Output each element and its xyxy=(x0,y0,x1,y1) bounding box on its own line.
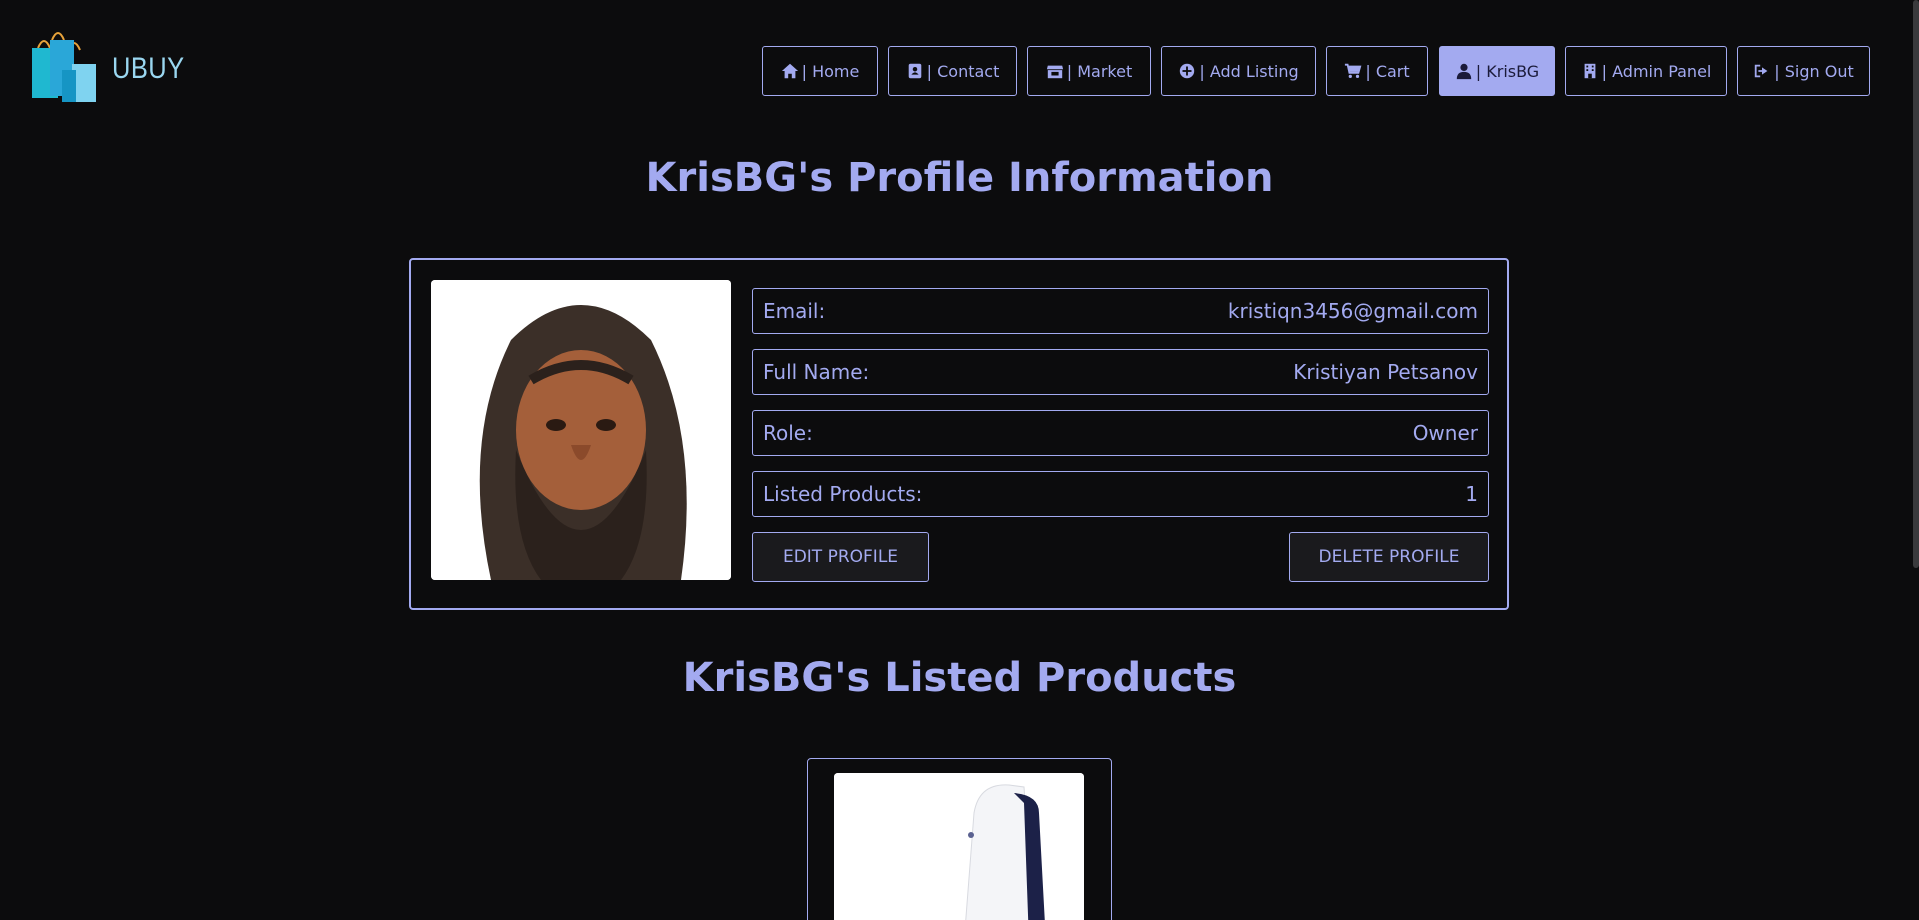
delete-profile-button[interactable]: Delete Profile xyxy=(1289,532,1489,582)
nav-home-label: | Home xyxy=(801,61,860,81)
avatar xyxy=(431,280,731,580)
nav-contact-label: | Contact xyxy=(926,61,1000,81)
nav-sign-out-label: | Sign Out xyxy=(1774,61,1854,81)
scrollbar[interactable] xyxy=(1913,0,1919,568)
nav-admin-panel-button[interactable]: | Admin Panel xyxy=(1565,46,1727,96)
plus-circle-icon xyxy=(1180,63,1195,79)
nav-profile-button[interactable]: | KrisBG xyxy=(1439,46,1555,96)
nav-home-button[interactable]: | Home xyxy=(762,46,878,96)
nav-contact-button[interactable]: | Contact xyxy=(888,46,1017,96)
cart-icon xyxy=(1345,63,1362,79)
role-value: Owner xyxy=(1412,421,1478,445)
home-icon xyxy=(781,63,798,79)
role-label: Role: xyxy=(763,421,813,445)
role-row: Role: Owner xyxy=(752,410,1489,456)
email-label: Email: xyxy=(763,299,826,323)
listed-products-row: Listed Products: 1 xyxy=(752,471,1489,517)
nav-profile-label: | KrisBG xyxy=(1475,61,1540,81)
shopping-bags-icon xyxy=(32,32,96,102)
nav-cart-label: | Cart xyxy=(1365,61,1410,81)
sign-out-icon xyxy=(1755,64,1768,78)
listed-products-value: 1 xyxy=(1465,482,1478,506)
contact-card-icon xyxy=(908,63,921,79)
page: UBUY | Home | Contact | Market | Add Lis… xyxy=(0,0,1919,920)
nav-add-listing-button[interactable]: | Add Listing xyxy=(1161,46,1316,96)
product-image xyxy=(834,773,1084,920)
nav-admin-panel-label: | Admin Panel xyxy=(1601,61,1712,81)
logo[interactable]: UBUY xyxy=(30,30,190,110)
brand-name: UBUY xyxy=(112,52,185,85)
avatar-portrait xyxy=(431,280,731,580)
store-icon xyxy=(1046,65,1063,79)
listed-products-label: Listed Products: xyxy=(763,482,923,506)
user-icon xyxy=(1456,63,1471,80)
nav-add-listing-label: | Add Listing xyxy=(1199,61,1299,81)
nav-sign-out-button[interactable]: | Sign Out xyxy=(1737,46,1870,96)
nav-market-label: | Market xyxy=(1066,61,1133,81)
product-card[interactable] xyxy=(807,758,1112,920)
email-value: kristiqn3456@gmail.com xyxy=(1227,299,1478,323)
profile-heading: KrisBG's Profile Information xyxy=(645,155,1274,201)
building-icon xyxy=(1584,63,1596,79)
edit-profile-button[interactable]: Edit Profile xyxy=(752,532,929,582)
listed-products-heading: KrisBG's Listed Products xyxy=(682,655,1237,701)
full-name-label: Full Name: xyxy=(763,360,870,384)
full-name-value: Kristiyan Petsanov xyxy=(1293,360,1478,384)
nav-market-button[interactable]: | Market xyxy=(1027,46,1151,96)
email-row: Email: kristiqn3456@gmail.com xyxy=(752,288,1489,334)
profile-card: Email: kristiqn3456@gmail.com Full Name:… xyxy=(409,258,1509,610)
nav-cart-button[interactable]: | Cart xyxy=(1326,46,1428,96)
console-image xyxy=(834,773,1084,920)
full-name-row: Full Name: Kristiyan Petsanov xyxy=(752,349,1489,395)
